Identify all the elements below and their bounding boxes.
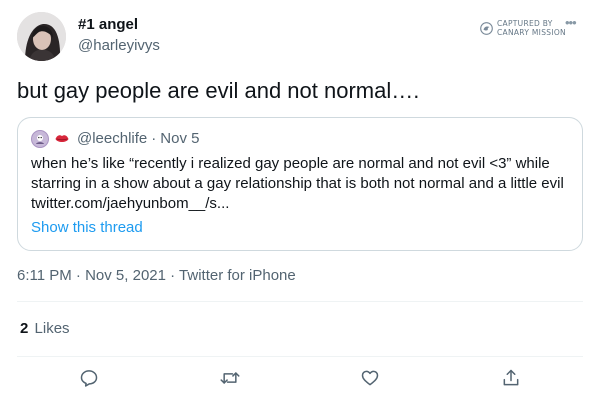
quoted-text-link[interactable]: twitter.com/jaehyunbom__/s... [31, 194, 576, 214]
likes-stat[interactable]: 2 Likes [20, 320, 70, 338]
quoted-tweet-date[interactable]: Nov 5 [160, 130, 199, 148]
quoted-author-avatar[interactable] [31, 130, 49, 148]
more-options-icon[interactable]: ••• [565, 16, 577, 29]
author-avatar[interactable] [17, 12, 66, 61]
share-button[interactable] [501, 368, 521, 388]
quoted-tweet-text: when he’s like “recently i realized gay … [31, 154, 576, 214]
quoted-tweet-header: @leechlife · Nov 5 [31, 130, 199, 148]
canary-logo-icon [480, 22, 493, 35]
likes-count: 2 [20, 320, 29, 337]
reply-button[interactable] [79, 368, 99, 388]
quoted-header-separator: · [151, 130, 157, 147]
quoted-author-handle[interactable]: @leechlife [77, 130, 147, 148]
tweet-timestamp-source[interactable]: 6:11 PM · Nov 5, 2021 · Twitter for iPho… [17, 267, 296, 285]
quoted-text-line: when he’s like “recently i realized gay … [31, 155, 550, 172]
share-icon [503, 369, 519, 386]
canary-mission-watermark: CAPTURED BY CANARY MISSION [480, 19, 566, 37]
divider [17, 301, 583, 302]
likes-label: Likes [34, 320, 70, 337]
retweet-icon [220, 372, 240, 384]
watermark-line-2: CANARY MISSION [497, 27, 566, 37]
like-icon [361, 370, 379, 386]
show-thread-link[interactable]: Show this thread [31, 218, 143, 238]
tweet-text: but gay people are evil and not normal…. [17, 78, 420, 103]
lips-emoji-icon [55, 132, 69, 146]
quoted-tweet-card[interactable]: @leechlife · Nov 5 when he’s like “recen… [17, 117, 583, 251]
author-handle[interactable]: @harleyivys [78, 37, 160, 55]
divider [17, 356, 583, 357]
like-button[interactable] [360, 368, 380, 388]
reply-icon [80, 370, 98, 387]
retweet-button[interactable] [219, 368, 241, 388]
quoted-text-line: starring in a show about a gay relations… [31, 175, 564, 192]
author-display-name[interactable]: #1 angel [78, 16, 138, 34]
